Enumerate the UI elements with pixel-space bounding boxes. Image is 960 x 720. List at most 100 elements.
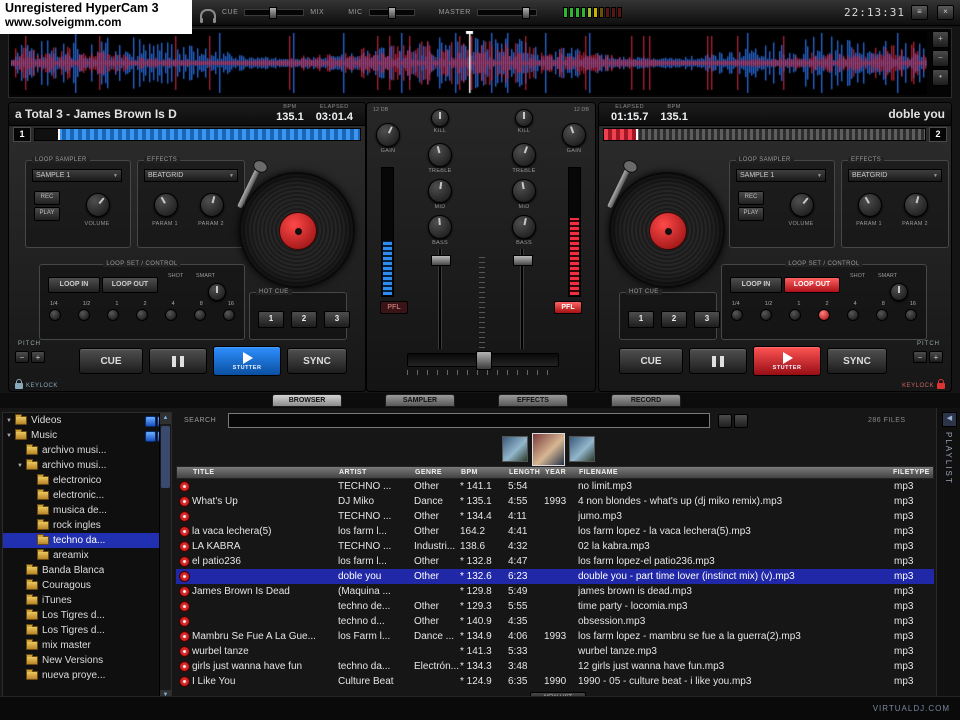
- file-row[interactable]: techno d... Other * 140.9 4:35 obsession.mp3…: [176, 614, 934, 629]
- file-row[interactable]: la vaca lechera(5) los farm l... Other 164.…: [176, 524, 934, 539]
- column-header-length[interactable]: LENGTH: [509, 469, 545, 476]
- channel-2-volume-fader[interactable]: [512, 249, 533, 349]
- play-stutter-button[interactable]: STUTTER: [753, 346, 821, 376]
- folder-item[interactable]: archivo musi...: [3, 443, 171, 458]
- file-row[interactable]: doble you Other * 132.6 6:23 double you - pa…: [176, 569, 934, 584]
- scrollbar-thumb[interactable]: [161, 426, 170, 488]
- netsearch-icon[interactable]: [718, 414, 732, 428]
- cover-art-selected[interactable]: [532, 432, 565, 466]
- param1-knob[interactable]: [858, 193, 882, 217]
- turntable-platter[interactable]: [237, 164, 355, 288]
- column-header-genre[interactable]: GENRE: [415, 469, 461, 476]
- loop-out-button[interactable]: LOOP OUT: [784, 277, 840, 293]
- effect-select[interactable]: BEATGRID ▼: [848, 169, 942, 182]
- file-row[interactable]: el patio236 los farm l... Other * 132.8 4:47…: [176, 554, 934, 569]
- file-row[interactable]: Mambru Se Fue A La Gue... los Farm l... Da…: [176, 629, 934, 644]
- tab-browser[interactable]: BROWSER: [272, 394, 342, 407]
- beat-button[interactable]: [194, 309, 206, 321]
- column-header-filetype[interactable]: FILETYPE: [893, 469, 933, 476]
- folder-item[interactable]: ▼ Videos: [3, 413, 171, 428]
- bass-knob[interactable]: [428, 215, 452, 239]
- folder-item[interactable]: Los Tigres d...: [3, 623, 171, 638]
- file-row[interactable]: techno de... Other * 129.3 5:55 time party -…: [176, 599, 934, 614]
- beat-button[interactable]: [165, 309, 177, 321]
- cover-art[interactable]: [502, 436, 528, 462]
- beat-button[interactable]: [136, 309, 148, 321]
- mid-knob[interactable]: [512, 179, 536, 203]
- cue-button[interactable]: CUE: [79, 348, 143, 374]
- file-row[interactable]: girls just wanna have fun techno da... Ele…: [176, 659, 934, 674]
- tab-effects[interactable]: EFFECTS: [498, 394, 568, 407]
- sampler-play-button[interactable]: PLAY: [34, 207, 60, 221]
- param2-knob[interactable]: [904, 193, 928, 217]
- hot-cue-button[interactable]: 2: [661, 311, 687, 328]
- sampler-volume-knob[interactable]: [790, 193, 814, 217]
- folder-item[interactable]: nueva proye...: [3, 668, 171, 683]
- tab-sampler[interactable]: SAMPLER: [385, 394, 455, 407]
- folder-item[interactable]: techno da...: [3, 533, 171, 548]
- beat-button[interactable]: [905, 309, 917, 321]
- sync-button[interactable]: SYNC: [827, 348, 887, 374]
- song-position-bar[interactable]: [34, 127, 361, 141]
- folder-item[interactable]: Banda Blanca: [3, 563, 171, 578]
- pitch-bend-minus-button[interactable]: −: [913, 351, 927, 363]
- param2-knob[interactable]: [200, 193, 224, 217]
- hot-cue-button[interactable]: 2: [291, 311, 317, 328]
- expander-icon[interactable]: ▼: [6, 418, 14, 424]
- column-header-year[interactable]: YEAR: [545, 469, 579, 476]
- file-row[interactable]: What's Up DJ Miko Dance * 135.1 4:55 1993 4 no…: [176, 494, 934, 509]
- cover-art[interactable]: [569, 436, 595, 462]
- search-input[interactable]: [228, 413, 710, 428]
- file-row[interactable]: LA KABRA TECHNO ... Industri... 138.6 4:32 02…: [176, 539, 934, 554]
- file-row[interactable]: I Like You Culture Beat * 124.9 6:35 1990 199…: [176, 674, 934, 689]
- pitch-bend-plus-button[interactable]: +: [31, 351, 45, 363]
- column-header-filename[interactable]: FILENAME: [579, 469, 893, 476]
- folder-item[interactable]: New Versions: [3, 653, 171, 668]
- headphone-cue-mix-slider[interactable]: [244, 7, 305, 19]
- gain-knob[interactable]: [376, 123, 400, 147]
- file-row[interactable]: James Brown Is Dead (Maquina ... * 129.8 5:…: [176, 584, 934, 599]
- sampler-select[interactable]: SAMPLE 1 ▼: [32, 169, 122, 182]
- song-position-bar[interactable]: [603, 127, 926, 141]
- sync-button[interactable]: SYNC: [287, 348, 347, 374]
- expander-icon[interactable]: ▼: [17, 463, 25, 469]
- play-stutter-button[interactable]: STUTTER: [213, 346, 281, 376]
- pitch-bend-plus-button[interactable]: +: [929, 351, 943, 363]
- beat-button[interactable]: [49, 309, 61, 321]
- folder-item[interactable]: areamix: [3, 548, 171, 563]
- sampler-volume-knob[interactable]: [86, 193, 110, 217]
- pause-button[interactable]: [689, 348, 747, 374]
- sampler-play-button[interactable]: PLAY: [738, 207, 764, 221]
- beat-button[interactable]: [789, 309, 801, 321]
- folder-item[interactable]: electronico: [3, 473, 171, 488]
- beat-button[interactable]: [876, 309, 888, 321]
- loop-length-knob[interactable]: [890, 283, 908, 301]
- folder-item[interactable]: musica de...: [3, 503, 171, 518]
- master-volume-slider[interactable]: [476, 7, 537, 19]
- sampler-rec-button[interactable]: REC: [34, 191, 60, 205]
- scroll-up-icon[interactable]: ▲: [160, 413, 171, 424]
- tree-scrollbar[interactable]: ▲ ▼: [159, 413, 171, 701]
- search-options-icon[interactable]: [734, 414, 748, 428]
- mid-knob[interactable]: [428, 179, 452, 203]
- beat-button[interactable]: [760, 309, 772, 321]
- loop-out-button[interactable]: LOOP OUT: [102, 277, 158, 293]
- sampler-select[interactable]: SAMPLE 1 ▼: [736, 169, 826, 182]
- crossfader-handle[interactable]: [476, 351, 492, 370]
- beat-button[interactable]: [818, 309, 830, 321]
- beat-button[interactable]: [78, 309, 90, 321]
- effect-select[interactable]: BEATGRID ▼: [144, 169, 238, 182]
- beat-button[interactable]: [107, 309, 119, 321]
- turntable-platter[interactable]: [607, 164, 725, 288]
- close-button[interactable]: ×: [937, 5, 954, 20]
- file-row[interactable]: TECHNO ... Other * 134.4 4:11 jumo.mp3 mp3: [176, 509, 934, 524]
- hot-cue-button[interactable]: 1: [628, 311, 654, 328]
- pitch-bend-minus-button[interactable]: −: [15, 351, 29, 363]
- zoom-in-button[interactable]: +: [932, 31, 949, 48]
- folder-item[interactable]: rock ingles: [3, 518, 171, 533]
- folder-item[interactable]: Los Tigres d...: [3, 608, 171, 623]
- waveform-canvas[interactable]: [11, 31, 927, 95]
- pfl-button-2[interactable]: PFL: [554, 301, 582, 314]
- pfl-button-1[interactable]: PFL: [380, 301, 408, 314]
- rhythm-window[interactable]: + − •: [8, 28, 952, 98]
